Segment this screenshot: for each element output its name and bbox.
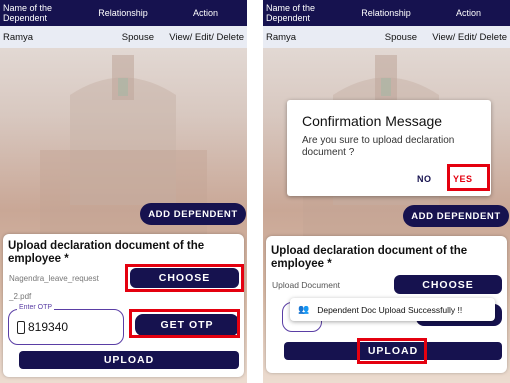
upload-button[interactable]: UPLOAD — [19, 351, 239, 369]
highlight-choose-button — [125, 264, 244, 292]
upload-card-title: Upload declaration document of the emplo… — [8, 240, 205, 265]
choose-file-button[interactable]: CHOOSE — [394, 275, 502, 294]
column-header-relationship: Relationship — [98, 8, 148, 18]
cell-relationship: Spouse — [384, 31, 417, 43]
upload-document-label: Upload Document — [272, 280, 341, 290]
highlight-yes-button — [447, 164, 490, 191]
table-row: Ramya Spouse View/ Edit/ Delete — [263, 26, 510, 48]
otp-value: 819340 — [28, 320, 69, 334]
cell-action-links[interactable]: View/ Edit/ Delete — [417, 32, 510, 43]
toast-message: Dependent Doc Upload Successfully !! — [317, 304, 463, 315]
cell-name: Ramya — [3, 31, 34, 43]
cell-name: Ramya — [266, 31, 297, 43]
success-toast: 👥 Dependent Doc Upload Successfully !! — [290, 298, 495, 321]
selected-file-name-continued: _2.pdf — [9, 292, 32, 301]
upload-declaration-card: Upload declaration document of the emplo… — [3, 234, 244, 377]
add-dependent-button[interactable]: ADD DEPENDENT — [403, 205, 509, 227]
dialog-title: Confirmation Message — [302, 113, 443, 129]
column-header-relationship: Relationship — [361, 8, 411, 18]
highlight-get-otp-button — [129, 309, 240, 338]
dialog-message: Are you sure to upload declaration docum… — [302, 135, 455, 158]
table-header: Name of the Dependent Relationship Actio… — [0, 0, 247, 26]
selected-file-name: Nagendra_leave_request — [9, 274, 99, 283]
highlight-upload-button — [357, 338, 427, 364]
left-screen: Name of the Dependent Relationship Actio… — [0, 0, 247, 383]
mobile-phone-icon — [17, 320, 25, 334]
table-header: Name of the Dependent Relationship Actio… — [263, 0, 510, 26]
otp-field[interactable]: Enter OTP 819340 — [8, 304, 124, 345]
right-screen: Name of the Dependent Relationship Actio… — [263, 0, 510, 383]
users-icon: 👥 — [298, 304, 310, 314]
dialog-no-button[interactable]: NO — [417, 174, 432, 184]
table-row: Ramya Spouse View/ Edit/ Delete — [0, 26, 247, 48]
column-header-action: Action — [455, 8, 481, 18]
upload-card-title: Upload declaration document of the emplo… — [271, 245, 468, 270]
column-header-name: Name of the Dependent — [266, 3, 316, 23]
column-header-action: Action — [192, 8, 218, 18]
cell-action-links[interactable]: View/ Edit/ Delete — [154, 32, 247, 43]
add-dependent-button[interactable]: ADD DEPENDENT — [140, 203, 246, 225]
otp-field-label: Enter OTP — [17, 304, 55, 311]
cell-relationship: Spouse — [121, 31, 154, 43]
column-header-name: Name of the Dependent — [3, 3, 53, 23]
